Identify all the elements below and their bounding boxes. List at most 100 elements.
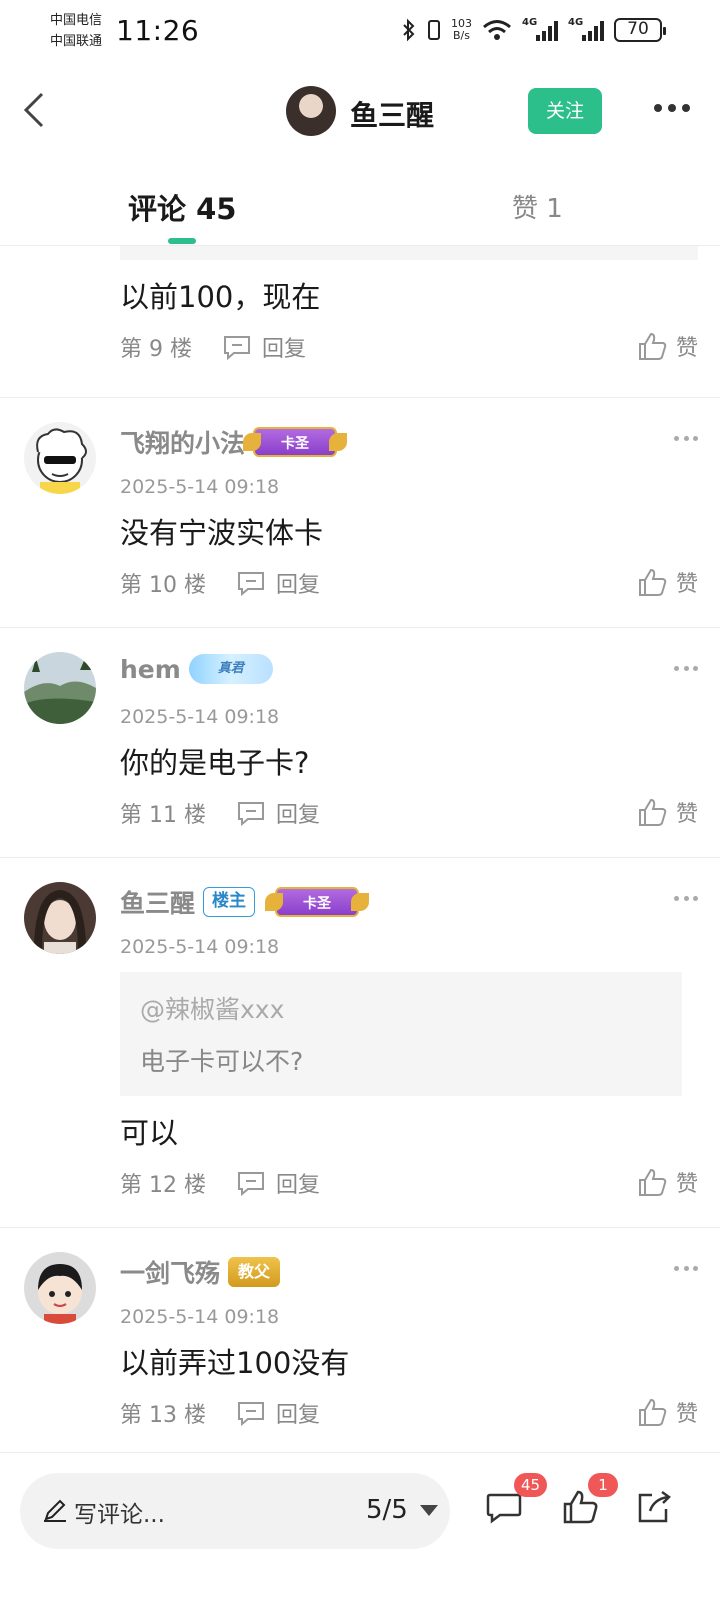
comment-item: 鱼三醒 楼主 卡圣 2025-5-14 09:18 @辣椒酱xxx 电子卡可以不… (0, 858, 720, 1228)
like-button[interactable]: 赞 (636, 1396, 698, 1428)
floor-number: 第 13 楼 (120, 1403, 206, 1428)
comment-time: 2025-5-14 09:18 (120, 936, 280, 958)
comment-text: 以前弄过100没有 (120, 1346, 350, 1380)
comment-footer: 第 11 楼 回复 (120, 796, 320, 830)
carrier-info: 中国电信 中国联通 (50, 10, 102, 52)
commenter-name[interactable]: 飞翔的小法 (120, 424, 245, 460)
top-bar: 鱼三醒 关注 (0, 64, 720, 156)
bluetooth-icon (403, 18, 415, 42)
floor-number: 第 9 楼 (120, 337, 192, 362)
level-badge: 教父 (228, 1257, 281, 1287)
comment-time: 2025-5-14 09:18 (120, 706, 280, 728)
page-indicator[interactable]: 5/5 (366, 1495, 408, 1525)
comment-input-placeholder: 写评论... (74, 1502, 165, 1528)
active-tab-indicator (168, 238, 196, 244)
quote-box (120, 246, 698, 260)
reply-button[interactable]: 回复 (236, 1397, 320, 1429)
reply-icon (237, 802, 264, 826)
reply-icon (223, 336, 250, 360)
share-icon[interactable] (634, 1487, 674, 1527)
status-time: 11:26 (116, 14, 200, 47)
reply-button[interactable]: 回复 (222, 331, 306, 363)
comment-list: 以前100，现在 第 9 楼 回复 赞 飞翔的小法 卡圣 2025-5-14 0… (0, 246, 720, 1458)
reply-button[interactable]: 回复 (236, 1167, 320, 1199)
signal-2-icon: 4G (568, 17, 604, 41)
like-button[interactable]: 赞 (636, 1166, 698, 1198)
owner-badge: 楼主 (203, 887, 256, 917)
tab-likes[interactable]: 赞 1 (512, 188, 563, 225)
signal-1-icon: 4G (522, 17, 558, 41)
like-button[interactable]: 赞 (636, 330, 698, 362)
commenter-name[interactable]: 一剑飞殇 (120, 1254, 220, 1290)
wifi-icon (483, 20, 511, 40)
more-options-icon[interactable] (654, 104, 690, 114)
reply-button[interactable]: 回复 (236, 567, 320, 599)
quote-author: @辣椒酱xxx (140, 995, 285, 1024)
like-button[interactable]: 赞 (636, 566, 698, 598)
commenter-name[interactable]: 鱼三醒 (120, 884, 195, 920)
comment-input[interactable]: 写评论... 5/5 (20, 1473, 450, 1549)
comment-footer: 第 12 楼 回复 (120, 1166, 320, 1200)
floor-number: 第 11 楼 (120, 803, 206, 828)
reply-icon (237, 572, 264, 596)
comment-text: 你的是电子卡? (120, 746, 310, 780)
reply-button[interactable]: 回复 (236, 797, 320, 829)
comment-count-badge: 45 (514, 1473, 548, 1497)
tab-bar: 评论 45 赞 1 (0, 170, 720, 246)
comment-item: 以前100，现在 第 9 楼 回复 赞 (0, 246, 720, 398)
commenter-avatar[interactable] (24, 652, 96, 724)
tab-comments[interactable]: 评论 45 (128, 186, 236, 228)
comment-text: 以前100，现在 (120, 280, 321, 314)
reply-icon (237, 1172, 264, 1196)
comment-footer: 第 9 楼 回复 (120, 330, 306, 364)
level-badge: 卡圣 (265, 887, 370, 917)
commenter-avatar[interactable] (24, 1252, 96, 1324)
thumbs-up-icon (638, 1398, 667, 1426)
thumbs-up-icon (638, 1168, 667, 1196)
comment-more-icon[interactable] (674, 436, 698, 442)
commenter-name-row: 飞翔的小法 卡圣 (120, 424, 348, 460)
comment-time: 2025-5-14 09:18 (120, 476, 280, 498)
status-bar: 中国电信 中国联通 11:26 103 B/s 4G 4G 70 (0, 0, 720, 64)
like-count-badge: 1 (588, 1473, 618, 1497)
commenter-avatar[interactable] (24, 882, 96, 954)
reply-icon (237, 1402, 264, 1426)
net-speed: 103 B/s (451, 17, 472, 42)
commenter-avatar[interactable] (24, 422, 96, 494)
back-arrow-icon[interactable] (18, 90, 48, 130)
carrier-2: 中国联通 (50, 34, 103, 49)
level-badge: 卡圣 (243, 427, 348, 457)
comment-item: hem 真君 2025-5-14 09:18 你的是电子卡? 第 11 楼 回复… (0, 628, 720, 858)
quoted-comment[interactable]: @辣椒酱xxx 电子卡可以不? (120, 972, 682, 1096)
thumbs-up-icon (638, 798, 667, 826)
comment-text: 没有宁波实体卡 (120, 516, 324, 550)
comment-item: 一剑飞殇 教父 2025-5-14 09:18 以前弄过100没有 第 13 楼… (0, 1228, 720, 1458)
quote-text: 电子卡可以不? (140, 1047, 304, 1076)
pen-icon (44, 1499, 66, 1522)
thumbs-up-icon (638, 332, 667, 360)
thumbs-up-icon (638, 568, 667, 596)
commenter-name-row: hem 真君 (120, 654, 273, 684)
like-button[interactable]: 赞 (636, 796, 698, 828)
floor-number: 第 10 楼 (120, 573, 206, 598)
commenter-name-row: 鱼三醒 楼主 卡圣 (120, 884, 370, 920)
comment-more-icon[interactable] (674, 1266, 698, 1272)
floor-number: 第 12 楼 (120, 1173, 206, 1198)
level-badge: 真君 (188, 654, 273, 684)
author-name[interactable]: 鱼三醒 (350, 94, 434, 134)
follow-button[interactable]: 关注 (528, 88, 602, 134)
commenter-name-row: 一剑飞殇 教父 (120, 1254, 281, 1290)
vibrate-icon (428, 20, 440, 40)
commenter-name[interactable]: hem (120, 655, 181, 684)
carrier-1: 中国电信 (50, 13, 103, 28)
comment-more-icon[interactable] (674, 666, 698, 672)
comment-time: 2025-5-14 09:18 (120, 1306, 280, 1328)
comment-more-icon[interactable] (674, 896, 698, 902)
comment-footer: 第 13 楼 回复 (120, 1396, 320, 1430)
comment-item: 飞翔的小法 卡圣 2025-5-14 09:18 没有宁波实体卡 第 10 楼 … (0, 398, 720, 628)
bottom-action-bar: 写评论... 5/5 45 1 (0, 1452, 720, 1600)
chevron-down-icon[interactable] (420, 1505, 438, 1516)
author-avatar[interactable] (286, 86, 336, 136)
comment-footer: 第 10 楼 回复 (120, 566, 320, 600)
comment-text: 可以 (120, 1116, 179, 1150)
